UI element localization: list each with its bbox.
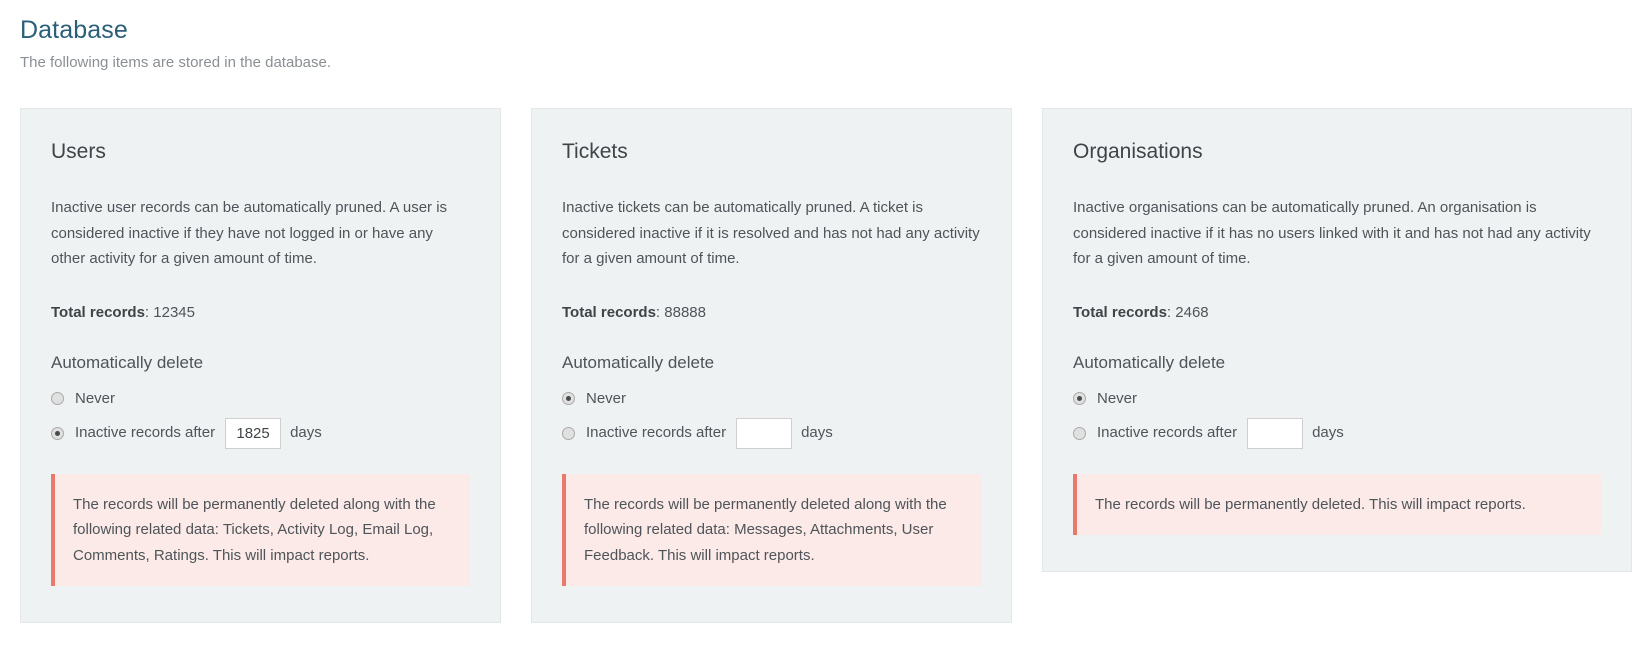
radio-never-icon[interactable] — [1073, 392, 1086, 405]
radio-inactive-label: Inactive records after — [75, 424, 216, 441]
auto-delete-label: Automatically delete — [1073, 352, 1226, 372]
total-records-value: : 12345 — [144, 303, 195, 321]
radio-row-inactive[interactable]: Inactive records after days — [51, 417, 470, 449]
radio-row-inactive[interactable]: Inactive records after days — [1073, 417, 1601, 449]
total-records: Total records: 12345 — [51, 303, 470, 323]
auto-delete-label: Automatically delete — [562, 352, 715, 372]
radio-never-label: Never — [586, 389, 627, 407]
radio-inactive-label: Inactive records after — [1097, 424, 1238, 441]
radio-row-inactive[interactable]: Inactive records after days — [562, 417, 981, 449]
auto-delete-label: Automatically delete — [51, 352, 204, 372]
days-suffix-label: days — [801, 424, 833, 441]
total-records-label: Total records — [562, 303, 656, 321]
radio-row-never[interactable]: Never — [1073, 386, 1601, 412]
deletion-warning: The records will be permanently deleted … — [51, 473, 470, 586]
card-description: Inactive organisations can be automatica… — [1073, 199, 1591, 267]
deletion-warning: The records will be permanently deleted.… — [1073, 473, 1601, 535]
radio-never-icon[interactable] — [562, 392, 575, 405]
page-header: Database The following items are stored … — [20, 14, 1420, 73]
card-description: Inactive tickets can be automatically pr… — [562, 199, 980, 267]
days-suffix-label: days — [1312, 424, 1344, 441]
radio-never-label: Never — [1097, 389, 1138, 407]
card-title: Tickets — [562, 140, 628, 163]
deletion-warning-text: The records will be permanently deleted … — [584, 495, 947, 564]
database-settings-page: Database The following items are stored … — [0, 0, 1650, 660]
total-records-label: Total records — [51, 303, 145, 321]
card-title: Organisations — [1073, 140, 1203, 163]
radio-inactive-icon[interactable] — [51, 426, 64, 440]
radio-row-never[interactable]: Never — [562, 386, 981, 412]
days-input[interactable] — [1247, 417, 1304, 449]
radio-never-icon[interactable] — [51, 392, 64, 405]
total-records: Total records: 2468 — [1073, 303, 1601, 323]
days-suffix-label: days — [290, 424, 322, 441]
card-tickets: Tickets Inactive tickets can be automati… — [531, 108, 1012, 623]
deletion-warning-text: The records will be permanently deleted … — [73, 495, 436, 564]
card-organisations: Organisations Inactive organisations can… — [1042, 108, 1632, 572]
total-records-value: : 88888 — [655, 303, 706, 321]
days-input[interactable] — [736, 417, 793, 449]
page-subtitle: The following items are stored in the da… — [20, 54, 332, 71]
card-title: Users — [51, 140, 106, 163]
card-description: Inactive user records can be automatical… — [51, 199, 448, 267]
database-cards-row: Users Inactive user records can be autom… — [20, 108, 1632, 623]
days-input[interactable] — [225, 417, 282, 449]
total-records-value: : 2468 — [1166, 303, 1209, 321]
page-title: Database — [20, 16, 128, 44]
radio-inactive-icon[interactable] — [562, 426, 575, 440]
total-records-label: Total records — [1073, 303, 1167, 321]
total-records: Total records: 88888 — [562, 303, 981, 323]
deletion-warning: The records will be permanently deleted … — [562, 473, 981, 586]
radio-never-label: Never — [75, 389, 116, 407]
deletion-warning-text: The records will be permanently deleted.… — [1095, 495, 1526, 513]
radio-row-never[interactable]: Never — [51, 386, 470, 412]
radio-inactive-label: Inactive records after — [586, 424, 727, 441]
card-users: Users Inactive user records can be autom… — [20, 108, 501, 623]
radio-inactive-icon[interactable] — [1073, 426, 1086, 440]
